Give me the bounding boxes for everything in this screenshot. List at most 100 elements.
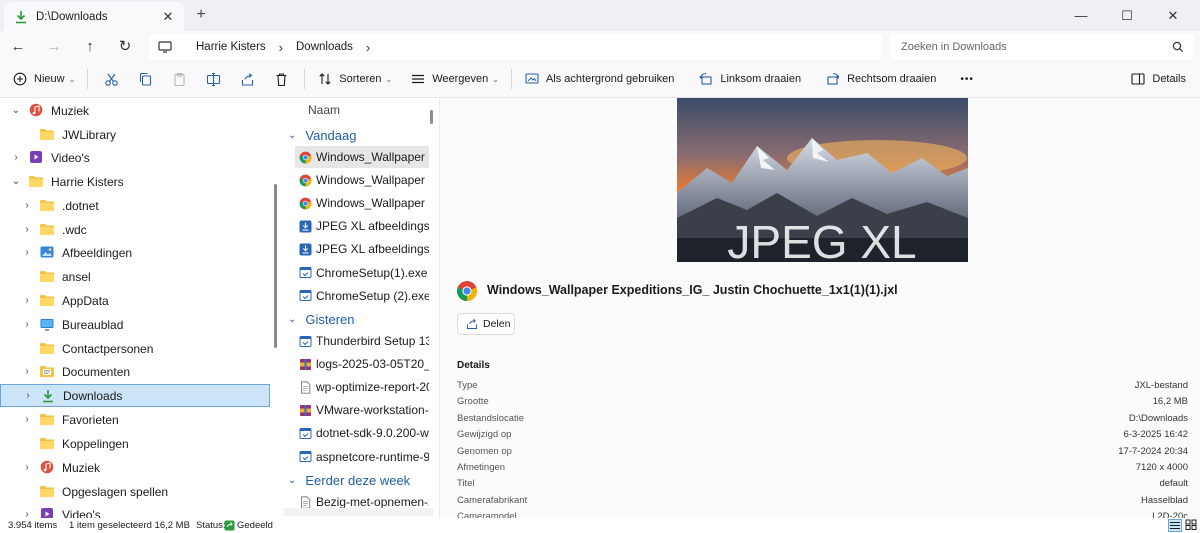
sidebar-item-video-s[interactable]: › Video's bbox=[0, 146, 270, 169]
file-row[interactable]: Windows_Wallpaper Expeditions bbox=[295, 146, 429, 168]
file-row[interactable]: JPEG XL afbeeldingsextensie bbox=[295, 238, 429, 260]
close-tab-icon[interactable]: ✕ bbox=[160, 9, 176, 25]
file-name: JPEG XL afbeeldingsextensie bbox=[316, 219, 429, 234]
property-key: Bestandslocatie bbox=[457, 412, 525, 424]
group-header[interactable]: ⌄ Eerder deze week bbox=[288, 469, 410, 491]
new-button[interactable]: Nieuw ⌄ bbox=[6, 65, 81, 93]
rotate-left-button[interactable]: Linksom draaien bbox=[692, 65, 807, 93]
breadcrumb-chevron-icon[interactable]: › bbox=[366, 40, 370, 55]
chevron-down-icon: ⌄ bbox=[492, 74, 499, 84]
minimize-button[interactable]: — bbox=[1058, 0, 1104, 31]
file-row[interactable]: logs-2025-03-05T20_12 bbox=[295, 353, 429, 375]
search-input[interactable]: Zoeken in Downloads bbox=[890, 34, 1194, 60]
expand-chevron-icon[interactable]: › bbox=[21, 295, 33, 307]
collapse-chevron-icon[interactable]: ⌄ bbox=[288, 130, 296, 141]
setup-icon bbox=[299, 450, 312, 463]
file-row[interactable]: wp-optimize-report-2025 bbox=[295, 376, 429, 398]
expand-chevron-icon[interactable]: › bbox=[21, 200, 33, 212]
expand-chevron-icon[interactable]: › bbox=[22, 390, 34, 402]
details-button[interactable]: Details bbox=[1124, 65, 1192, 93]
breadcrumb-harrie-kisters[interactable]: Harrie Kisters bbox=[196, 41, 266, 53]
expand-chevron-icon[interactable]: › bbox=[21, 247, 33, 259]
expand-chevron-icon[interactable]: › bbox=[21, 366, 33, 378]
sidebar-item-koppelingen[interactable]: Koppelingen bbox=[0, 432, 270, 455]
share-icon bbox=[466, 318, 478, 330]
group-header[interactable]: ⌄ Vandaag bbox=[288, 124, 356, 146]
collapse-chevron-icon[interactable]: ⌄ bbox=[10, 105, 22, 117]
file-row[interactable]: ChromeSetup (2).exe bbox=[295, 285, 429, 307]
sidebar-item-opgeslagen-spellen[interactable]: Opgeslagen spellen bbox=[0, 480, 270, 503]
wallpaper-icon bbox=[524, 71, 540, 87]
trash-icon bbox=[276, 72, 287, 86]
expand-chevron-icon[interactable]: › bbox=[21, 414, 33, 426]
sidebar-item-label: Favorieten bbox=[62, 412, 119, 427]
breadcrumb-downloads[interactable]: Downloads bbox=[296, 41, 353, 53]
share-button-details[interactable]: Delen bbox=[457, 313, 515, 335]
folder-icon bbox=[39, 412, 55, 426]
expand-chevron-icon[interactable]: › bbox=[10, 152, 22, 164]
sidebar-item-downloads[interactable]: › Downloads bbox=[0, 384, 270, 407]
expand-chevron-icon[interactable]: › bbox=[21, 224, 33, 236]
tiles-view-button[interactable] bbox=[1185, 519, 1199, 532]
group-header[interactable]: ⌄ Gisteren bbox=[288, 308, 355, 330]
maximize-button[interactable]: ☐ bbox=[1104, 0, 1150, 31]
sidebar-item-ansel[interactable]: ansel bbox=[0, 265, 270, 288]
sidebar-item-appdata[interactable]: › AppData bbox=[0, 289, 270, 312]
file-row[interactable]: Thunderbird Setup 136 bbox=[295, 330, 429, 352]
back-button[interactable]: ← bbox=[7, 37, 29, 55]
sidebar-item-video-s[interactable]: › Video's bbox=[0, 503, 270, 518]
documents-icon bbox=[39, 364, 55, 378]
file-row[interactable]: VMware-workstation-17 bbox=[295, 399, 429, 421]
expand-chevron-icon[interactable]: › bbox=[21, 319, 33, 331]
new-tab-button[interactable]: + bbox=[192, 6, 210, 24]
sidebar-item-afbeeldingen[interactable]: › Afbeeldingen bbox=[0, 241, 270, 264]
address-bar[interactable]: Harrie Kisters › Downloads › bbox=[149, 34, 882, 60]
file-row[interactable]: ChromeSetup(1).exe bbox=[295, 262, 429, 284]
sidebar-item-dotnet[interactable]: › .dotnet bbox=[0, 194, 270, 217]
sidebar-item-muziek[interactable]: ⌄ Muziek bbox=[0, 99, 270, 122]
sidebar-item-contactpersonen[interactable]: Contactpersonen bbox=[0, 337, 270, 360]
up-button[interactable]: ↑ bbox=[79, 37, 101, 55]
navigation-scrollbar[interactable] bbox=[274, 184, 277, 348]
expand-chevron-icon[interactable]: › bbox=[21, 462, 33, 474]
sort-button[interactable]: Sorteren ⌄ bbox=[311, 65, 398, 93]
copy-button[interactable] bbox=[128, 65, 162, 93]
collapse-chevron-icon[interactable]: ⌄ bbox=[288, 475, 296, 486]
sidebar-item-muziek[interactable]: › Muziek bbox=[0, 456, 270, 479]
forward-button[interactable]: → bbox=[43, 37, 65, 55]
breadcrumb-chevron-icon[interactable]: › bbox=[279, 40, 283, 55]
file-name: Bezig-met-opnemen-2 bbox=[316, 495, 429, 509]
more-options-button[interactable]: ••• bbox=[954, 65, 980, 93]
rename-button[interactable] bbox=[196, 65, 230, 93]
file-list-scrollbar[interactable] bbox=[430, 110, 433, 124]
sidebar-item-jwlibrary[interactable]: JWLibrary bbox=[0, 123, 270, 146]
set-background-button[interactable]: Als achtergrond gebruiken bbox=[518, 65, 680, 93]
file-list-horizontal-scrollbar[interactable] bbox=[284, 508, 434, 516]
share-button[interactable] bbox=[230, 65, 264, 93]
property-value: Hasselblad bbox=[1141, 494, 1188, 506]
details-view-button[interactable] bbox=[1168, 519, 1182, 532]
cut-button[interactable] bbox=[94, 65, 128, 93]
file-row[interactable]: dotnet-sdk-9.0.200-win bbox=[295, 422, 429, 444]
column-header-name[interactable]: Naam bbox=[308, 103, 340, 117]
sidebar-item-favorieten[interactable]: › Favorieten bbox=[0, 408, 270, 431]
collapse-chevron-icon[interactable]: ⌄ bbox=[288, 314, 296, 325]
delete-button[interactable] bbox=[264, 65, 298, 93]
view-button[interactable]: Weergeven ⌄ bbox=[404, 65, 505, 93]
file-row[interactable]: Windows_Wallpaper Expeditions bbox=[295, 192, 429, 214]
file-row[interactable]: JPEG XL afbeeldingsextensie bbox=[295, 215, 429, 237]
this-pc-icon[interactable] bbox=[158, 41, 172, 53]
sidebar-item-wdc[interactable]: › .wdc bbox=[0, 218, 270, 241]
sidebar-item-documenten[interactable]: › Documenten bbox=[0, 360, 270, 383]
paste-button[interactable] bbox=[162, 65, 196, 93]
sidebar-item-bureaublad[interactable]: › Bureaublad bbox=[0, 313, 270, 336]
file-row[interactable]: Windows_Wallpaper Expeditions bbox=[295, 169, 429, 191]
tab-downloads[interactable]: D:\Downloads ✕ bbox=[4, 2, 184, 31]
expand-chevron-icon[interactable]: › bbox=[21, 509, 33, 518]
collapse-chevron-icon[interactable]: ⌄ bbox=[10, 176, 22, 188]
file-row[interactable]: aspnetcore-runtime-9.0 bbox=[295, 446, 429, 468]
rotate-right-button[interactable]: Rechtsom draaien bbox=[819, 65, 942, 93]
sidebar-item-harrie-kisters[interactable]: ⌄ Harrie Kisters bbox=[0, 170, 270, 193]
refresh-button[interactable]: ↻ bbox=[114, 37, 136, 55]
close-button[interactable]: ✕ bbox=[1150, 0, 1196, 31]
